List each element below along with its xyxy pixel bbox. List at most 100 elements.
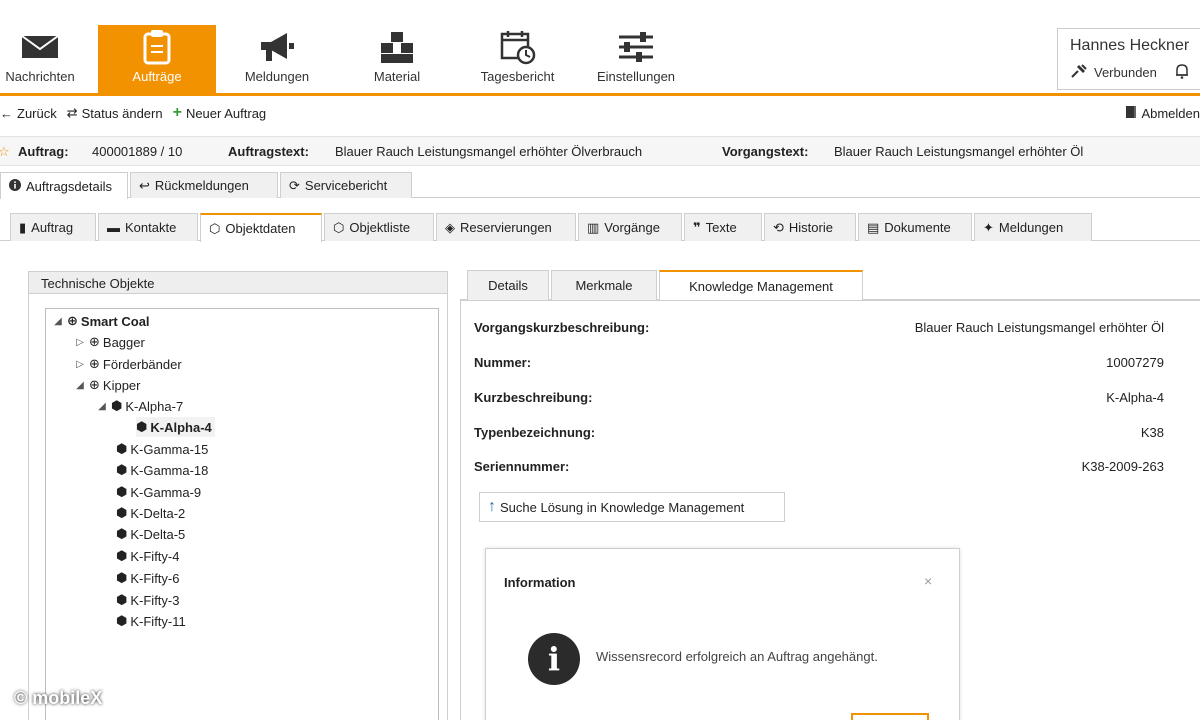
tree-node-label: K-Fifty-3: [130, 592, 180, 608]
info-circle-icon: [9, 178, 21, 194]
cube-icon: ⬢: [116, 462, 128, 477]
nav-item-einstellungen[interactable]: Einstellungen: [587, 25, 685, 93]
tree-node-label: Smart Coal: [80, 313, 150, 329]
megaphone-icon: [232, 25, 322, 69]
dialog-title: Information: [504, 575, 576, 590]
close-icon[interactable]: ×: [924, 573, 932, 589]
order-info-bar: ☆ Auftrag: 400001889 / 10 Auftragstext: …: [0, 136, 1200, 166]
collapse-triangle-icon[interactable]: ◢: [96, 401, 108, 412]
tab-merkmale[interactable]: Merkmale: [551, 270, 657, 300]
tab-label: Reservierungen: [460, 220, 552, 235]
sub-tabs: ▮ Auftrag ▬ Kontakte ⬡ Objektdaten ⬡ Obj…: [0, 213, 1200, 242]
tree-node[interactable]: ◢ ⊕ Smart Coal: [52, 311, 150, 331]
arrow-left-icon: ←: [0, 105, 13, 121]
tab-knowledge-management[interactable]: Knowledge Management: [659, 270, 863, 301]
tree-node[interactable]: ◢ ⊕ Kipper: [74, 375, 140, 395]
tab-details[interactable]: Details: [467, 270, 549, 300]
field-value: K38-2009-263: [1081, 459, 1164, 474]
tree-node-label: K-Fifty-6: [130, 570, 180, 586]
tab-objektliste[interactable]: ⬡ Objektliste: [324, 213, 434, 241]
search-knowledge-label: Suche Lösung in Knowledge Management: [500, 499, 745, 515]
tree-node[interactable]: ⬢ K-Fifty-4: [116, 546, 179, 566]
search-knowledge-button[interactable]: ↑ Suche Lösung in Knowledge Management: [479, 492, 785, 522]
tab-servicebericht[interactable]: ⟳ Servicebericht: [280, 172, 412, 198]
nav-item-tagesbericht[interactable]: Tagesbericht: [470, 25, 565, 93]
tab-meldungen[interactable]: ✦ Meldungen: [974, 213, 1092, 241]
tree-header: Technische Objekte: [29, 272, 447, 294]
cube-icon: ⬢: [116, 484, 128, 499]
history-icon: ⟲: [773, 219, 784, 235]
tree-node[interactable]: ⬢ K-Fifty-3: [116, 590, 179, 610]
copyright-watermark: © mobileX: [14, 688, 103, 708]
target-icon: ⊕: [89, 356, 100, 371]
tab-dokumente[interactable]: ▤ Dokumente: [858, 213, 972, 241]
top-navigation: Nachrichten Aufträge Meldungen Material …: [0, 0, 1200, 96]
star-icon[interactable]: ☆: [0, 144, 10, 160]
calendar-clock-icon: [470, 25, 565, 69]
tree-node[interactable]: ⬢ K-Fifty-6: [116, 568, 179, 588]
tree-node[interactable]: ▷ ⊕ Förderbänder: [74, 354, 182, 374]
nav-item-meldungen[interactable]: Meldungen: [232, 25, 322, 93]
tab-kontakte[interactable]: ▬ Kontakte: [98, 213, 198, 241]
refresh-icon: ⟳: [289, 177, 300, 193]
tree-node[interactable]: ⬢ K-Delta-2: [116, 503, 185, 523]
tab-objektdaten[interactable]: ⬡ Objektdaten: [200, 213, 322, 242]
info-icon: i: [528, 633, 580, 685]
tree-node-label: K-Delta-2: [130, 505, 186, 521]
tree-node[interactable]: ⬢ K-Fifty-11: [116, 611, 186, 631]
nav-label: Einstellungen: [596, 69, 676, 84]
tab-historie[interactable]: ⟲ Historie: [764, 213, 856, 241]
information-dialog: Information × i Wissensrecord erfolgreic…: [485, 548, 960, 720]
tab-rueckmeldungen[interactable]: ↩ Rückmeldungen: [130, 172, 278, 198]
field-vorgangskurzbeschreibung: Vorgangskurzbeschreibung: Blauer Rauch L…: [474, 320, 1164, 340]
collapse-triangle-icon[interactable]: ◢: [74, 380, 86, 391]
tree-node[interactable]: ⬢ K-Gamma-18: [116, 460, 208, 480]
tab-texte[interactable]: ❞ Texte: [684, 213, 762, 241]
tree-node[interactable]: ⬢ K-Gamma-15: [116, 439, 208, 459]
connection-status-text: Verbunden: [1094, 65, 1157, 80]
dialog-message: Wissensrecord erfolgreich an Auftrag ang…: [596, 649, 878, 664]
tab-auftragsdetails[interactable]: Auftragsdetails: [0, 172, 128, 199]
tree-node[interactable]: ⬢ K-Delta-5: [116, 524, 185, 544]
action-toolbar: ← Zurück ⇄ Status ändern + Neuer Auftrag…: [0, 98, 1200, 128]
nav-item-nachrichten[interactable]: Nachrichten: [0, 25, 80, 93]
user-name: Hannes Heckner: [1070, 37, 1190, 54]
tree-node-label: K-Alpha-4: [150, 419, 212, 435]
target-icon: ⊕: [89, 334, 100, 349]
tree-node[interactable]: ⬢ K-Gamma-9: [116, 482, 201, 502]
arrow-up-icon: ↑: [488, 498, 496, 515]
change-status-button[interactable]: ⇄ Status ändern: [67, 105, 163, 121]
logout-button[interactable]: Abmelden: [1125, 105, 1200, 122]
logout-label: Abmelden: [1141, 106, 1200, 121]
process-text: Blauer Rauch Leistungsmangel erhöhter Öl: [834, 144, 1084, 159]
user-box[interactable]: Hannes Heckner Verbunden: [1057, 28, 1200, 90]
main-tabs: Auftragsdetails ↩ Rückmeldungen ⟳ Servic…: [0, 172, 1200, 199]
expand-triangle-icon[interactable]: ▷: [74, 359, 86, 370]
tab-label: Knowledge Management: [689, 279, 833, 294]
process-text-label: Vorgangstext:: [722, 144, 809, 159]
field-label: Typenbezeichnung:: [474, 425, 596, 440]
tab-auftrag[interactable]: ▮ Auftrag: [10, 213, 96, 241]
order-number: 400001889 / 10: [92, 144, 183, 159]
tree-node[interactable]: ◢ ⬢ K-Alpha-7: [96, 396, 183, 416]
tree-node-selected[interactable]: ⬢ K-Alpha-4: [136, 417, 215, 437]
megaphone-icon: ✦: [983, 219, 994, 235]
new-order-button[interactable]: + Neuer Auftrag: [173, 104, 267, 122]
target-icon: ⊕: [67, 313, 78, 328]
nav-label: Aufträge: [132, 69, 182, 84]
tab-label: Servicebericht: [304, 178, 388, 193]
ok-button[interactable]: OK: [851, 713, 929, 720]
tab-reservierungen[interactable]: ◈ Reservierungen: [436, 213, 576, 241]
field-label: Vorgangskurzbeschreibung:: [474, 320, 650, 335]
expand-triangle-icon[interactable]: ▷: [74, 337, 86, 348]
object-tree[interactable]: ◢ ⊕ Smart Coal ▷ ⊕ Bagger ▷ ⊕ Förderbänd…: [45, 308, 439, 720]
bell-icon[interactable]: [1175, 63, 1189, 82]
tab-vorgaenge[interactable]: ▥ Vorgänge: [578, 213, 682, 241]
cube-icon: ⬢: [116, 548, 128, 563]
tree-node[interactable]: ▷ ⊕ Bagger: [74, 332, 145, 352]
nav-item-material[interactable]: Material: [355, 25, 439, 93]
tab-label: Merkmale: [575, 278, 633, 293]
nav-item-auftraege[interactable]: Aufträge: [98, 25, 216, 93]
collapse-triangle-icon[interactable]: ◢: [52, 316, 64, 327]
back-button[interactable]: ← Zurück: [0, 106, 57, 121]
